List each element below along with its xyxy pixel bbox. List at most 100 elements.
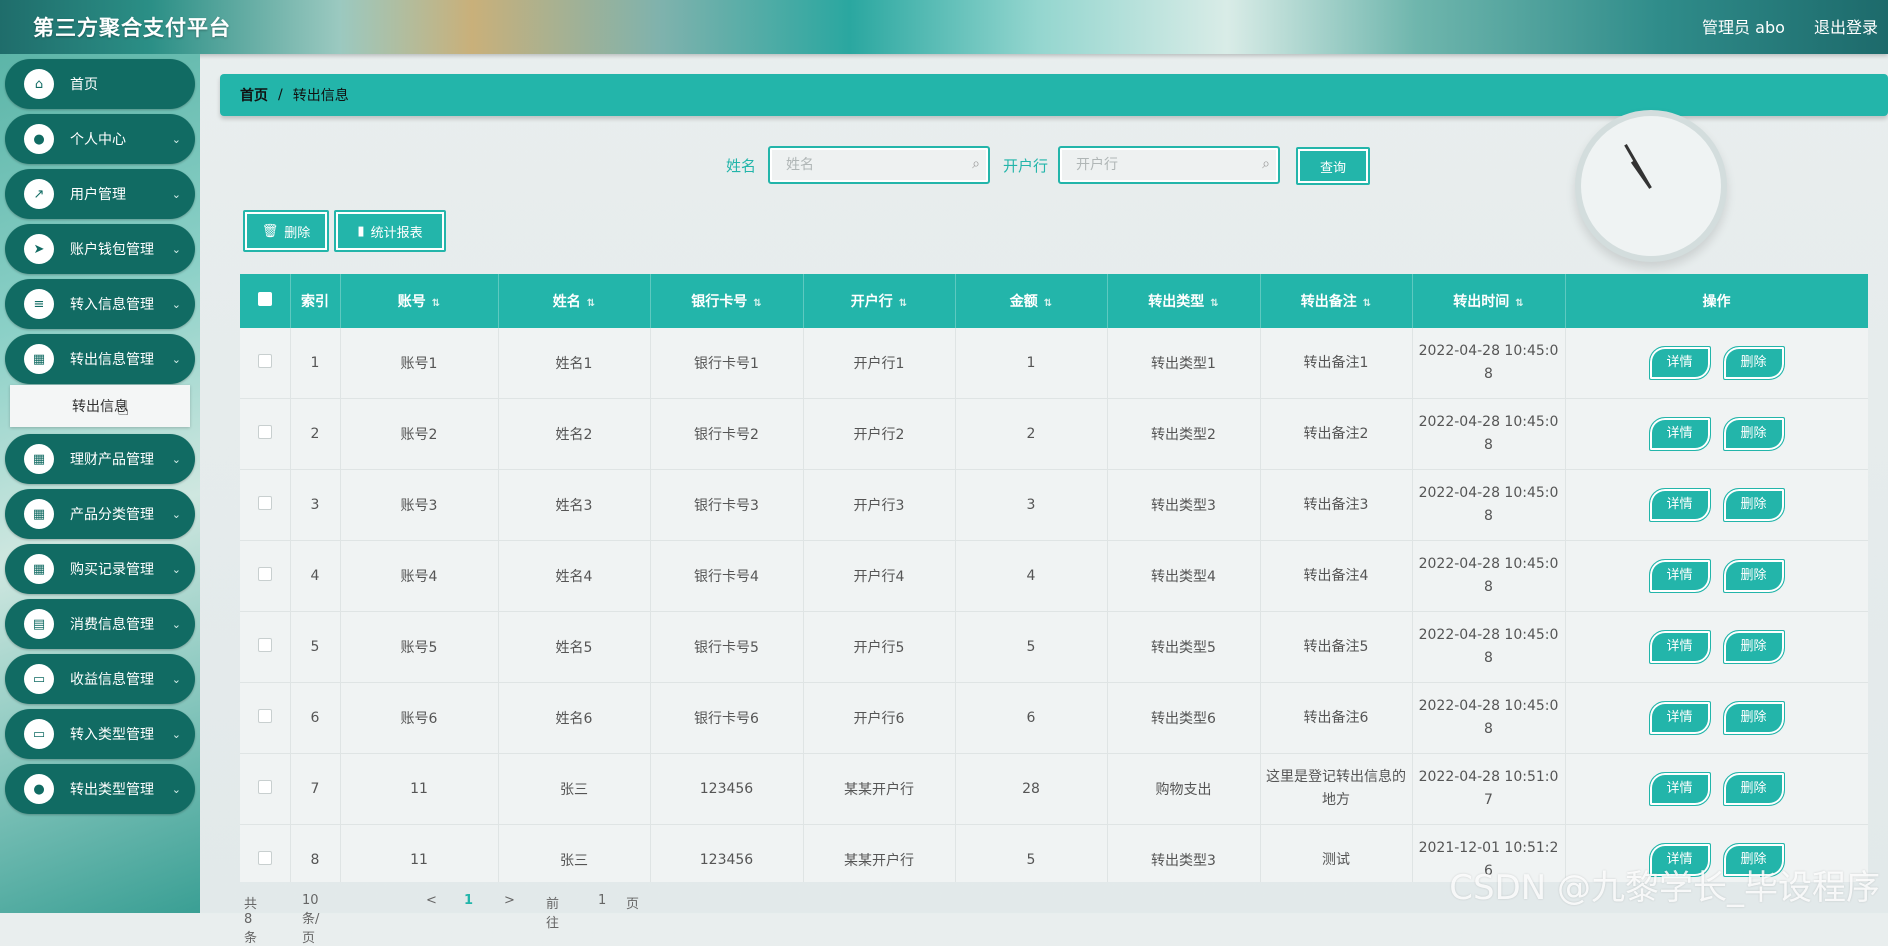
column-header[interactable]: 银行卡号 ⇅ [650, 274, 804, 328]
column-header[interactable]: 账号 ⇅ [340, 274, 499, 328]
table-cell: 4 [955, 540, 1108, 612]
delete-button[interactable]: 删除 [1722, 346, 1785, 380]
bank-search-input[interactable] [1074, 148, 1248, 182]
page-size-select[interactable]: 10条/页 [302, 893, 319, 946]
user-icon: ● [24, 124, 54, 154]
sidebar-item-0[interactable]: ⌂ 首页 [5, 59, 195, 109]
row-select-cell [240, 469, 291, 541]
sidebar-item-2[interactable]: ↗ 用户管理 ⌄ [5, 169, 195, 219]
row-checkbox[interactable] [257, 354, 272, 368]
breadcrumb: 首页 / 转出信息 [220, 74, 1888, 116]
sidebar-item-11[interactable]: ▭ 转入类型管理 ⌄ [5, 709, 195, 759]
table-cell: 5 [955, 824, 1108, 882]
transfer-time-line1: 2022-04-28 10:45:0 [1418, 698, 1559, 714]
delete-button[interactable]: 删除 [1722, 630, 1785, 664]
column-header[interactable]: 姓名 ⇅ [498, 274, 651, 328]
delete-button[interactable]: 删除 [1722, 701, 1785, 735]
detail-button[interactable]: 详情 [1648, 346, 1711, 380]
sidebar-item-7[interactable]: ▦ 产品分类管理 ⌄ [5, 489, 195, 539]
row-checkbox[interactable] [257, 851, 272, 865]
detail-button[interactable]: 详情 [1648, 417, 1711, 451]
name-search-input[interactable] [784, 148, 958, 182]
sort-icon[interactable]: ⇅ [587, 298, 595, 309]
statistics-report-button[interactable]: ▮ 统计报表 [334, 210, 446, 252]
sort-icon[interactable]: ⇅ [1363, 298, 1371, 309]
sidebar-item-5[interactable]: ▦ 转出信息管理 ⌄ [5, 334, 195, 384]
column-header-label: 转出类型 [1148, 294, 1205, 310]
table-cell: 2 [290, 398, 341, 470]
sort-icon[interactable]: ⇅ [432, 298, 440, 309]
row-checkbox[interactable] [257, 709, 272, 723]
table-cell: 某某开户行 [803, 753, 956, 825]
detail-button[interactable]: 详情 [1648, 559, 1711, 593]
logout-link[interactable]: 退出登录 [1814, 18, 1878, 37]
column-header[interactable]: 金额 ⇅ [955, 274, 1108, 328]
chevron-down-icon: ⌄ [171, 672, 181, 686]
column-header: 操作 [1565, 274, 1868, 328]
row-checkbox[interactable] [257, 638, 272, 652]
sort-icon[interactable]: ⇅ [1210, 298, 1218, 309]
batch-delete-label: 删除 [284, 225, 311, 241]
delete-button[interactable]: 删除 [1722, 772, 1785, 806]
next-page-button[interactable]: > [504, 893, 515, 908]
table-cell: 银行卡号5 [650, 611, 804, 683]
sort-icon[interactable]: ⇅ [899, 298, 907, 309]
transfer-time-cell: 2022-04-28 10:45:0 8 [1412, 611, 1566, 683]
admin-user[interactable]: 管理员 abo [1702, 18, 1785, 37]
sidebar-item-label: 转出类型管理 [70, 782, 154, 798]
table-cell: 11 [340, 753, 499, 825]
detail-button[interactable]: 详情 [1648, 772, 1711, 806]
row-select-cell [240, 753, 291, 825]
sidebar-item-3[interactable]: ➤ 账户钱包管理 ⌄ [5, 224, 195, 274]
row-checkbox[interactable] [257, 780, 272, 794]
chevron-down-icon: ⌄ [171, 507, 181, 521]
sidebar-item-9[interactable]: ▤ 消费信息管理 ⌄ [5, 599, 195, 649]
sidebar-item-12[interactable]: ● 转出类型管理 ⌄ [5, 764, 195, 814]
detail-button[interactable]: 详情 [1648, 630, 1711, 664]
sidebar-item-8[interactable]: ▦ 购买记录管理 ⌄ [5, 544, 195, 594]
row-checkbox[interactable] [257, 496, 272, 510]
select-all-checkbox[interactable] [257, 292, 272, 306]
submenu-item-transfer-out[interactable]: 转出信息 [10, 385, 190, 427]
column-header[interactable]: 转出时间 ⇅ [1412, 274, 1566, 328]
table-cell: 3 [290, 469, 341, 541]
row-checkbox[interactable] [257, 425, 272, 439]
transfer-time-line1: 2022-04-28 10:45:0 [1418, 343, 1559, 359]
row-actions-cell: 详情 删除 [1565, 753, 1868, 825]
delete-button[interactable]: 删除 [1722, 559, 1785, 593]
delete-button[interactable]: 删除 [1722, 488, 1785, 522]
chevron-down-icon: ⌄ [171, 562, 181, 576]
sidebar-item-10[interactable]: ▭ 收益信息管理 ⌄ [5, 654, 195, 704]
column-header[interactable]: 转出备注 ⇅ [1260, 274, 1413, 328]
chevron-down-icon: ⌄ [171, 242, 181, 256]
detail-button[interactable]: 详情 [1648, 701, 1711, 735]
row-checkbox[interactable] [257, 567, 272, 581]
table-cell: 银行卡号3 [650, 469, 804, 541]
select-all-header [240, 274, 291, 328]
table-row: 1 账号1 姓名1 银行卡号1 开户行1 1 转出类型1 转出备注1 2022-04-28 10… [240, 328, 1868, 399]
transfer-time-line1: 2022-04-28 10:45:0 [1418, 485, 1559, 501]
sidebar-item-label: 账户钱包管理 [70, 242, 154, 258]
chevron-down-icon: ⌄ [171, 187, 181, 201]
table-cell: 转出备注6 [1260, 682, 1413, 754]
sort-icon[interactable]: ⇅ [753, 298, 761, 309]
transfer-time-cell: 2022-04-28 10:45:0 8 [1412, 469, 1566, 541]
goto-page-input[interactable]: 1 [598, 893, 606, 908]
batch-delete-button[interactable]: 🗑 删除 [243, 210, 329, 252]
sort-icon[interactable]: ⇅ [1515, 298, 1523, 309]
column-header[interactable]: 转出类型 ⇅ [1107, 274, 1261, 328]
delete-button[interactable]: 删除 [1722, 417, 1785, 451]
current-page[interactable]: 1 [464, 893, 473, 908]
table-cell: 转出类型4 [1107, 540, 1261, 612]
app-title: 第三方聚合支付平台 [33, 16, 231, 40]
sidebar-item-6[interactable]: ▦ 理财产品管理 ⌄ [5, 434, 195, 484]
column-header[interactable]: 开户行 ⇅ [803, 274, 956, 328]
sidebar-item-4[interactable]: ≡ 转入信息管理 ⌄ [5, 279, 195, 329]
sort-icon[interactable]: ⇅ [1044, 298, 1052, 309]
breadcrumb-home[interactable]: 首页 [240, 85, 268, 105]
prev-page-button[interactable]: < [426, 893, 437, 908]
sidebar-item-1[interactable]: ● 个人中心 ⌄ [5, 114, 195, 164]
detail-button[interactable]: 详情 [1648, 488, 1711, 522]
query-button[interactable]: 查询 [1296, 147, 1370, 185]
column-header-label: 银行卡号 [691, 294, 748, 310]
